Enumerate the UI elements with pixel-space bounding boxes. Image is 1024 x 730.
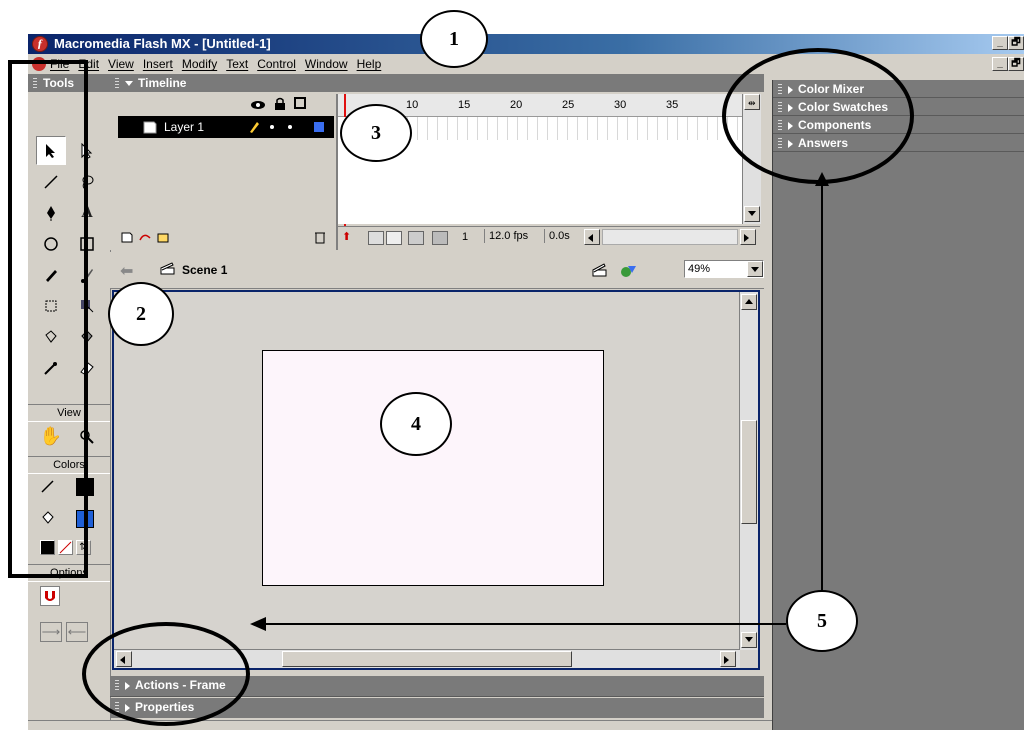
callout-4: 4	[380, 392, 452, 456]
callout-3: 3	[340, 104, 412, 162]
callout-1: 1	[420, 10, 488, 68]
annotation-arrows	[250, 172, 829, 631]
callout-2: 2	[108, 282, 174, 346]
callout-5: 5	[786, 590, 858, 652]
